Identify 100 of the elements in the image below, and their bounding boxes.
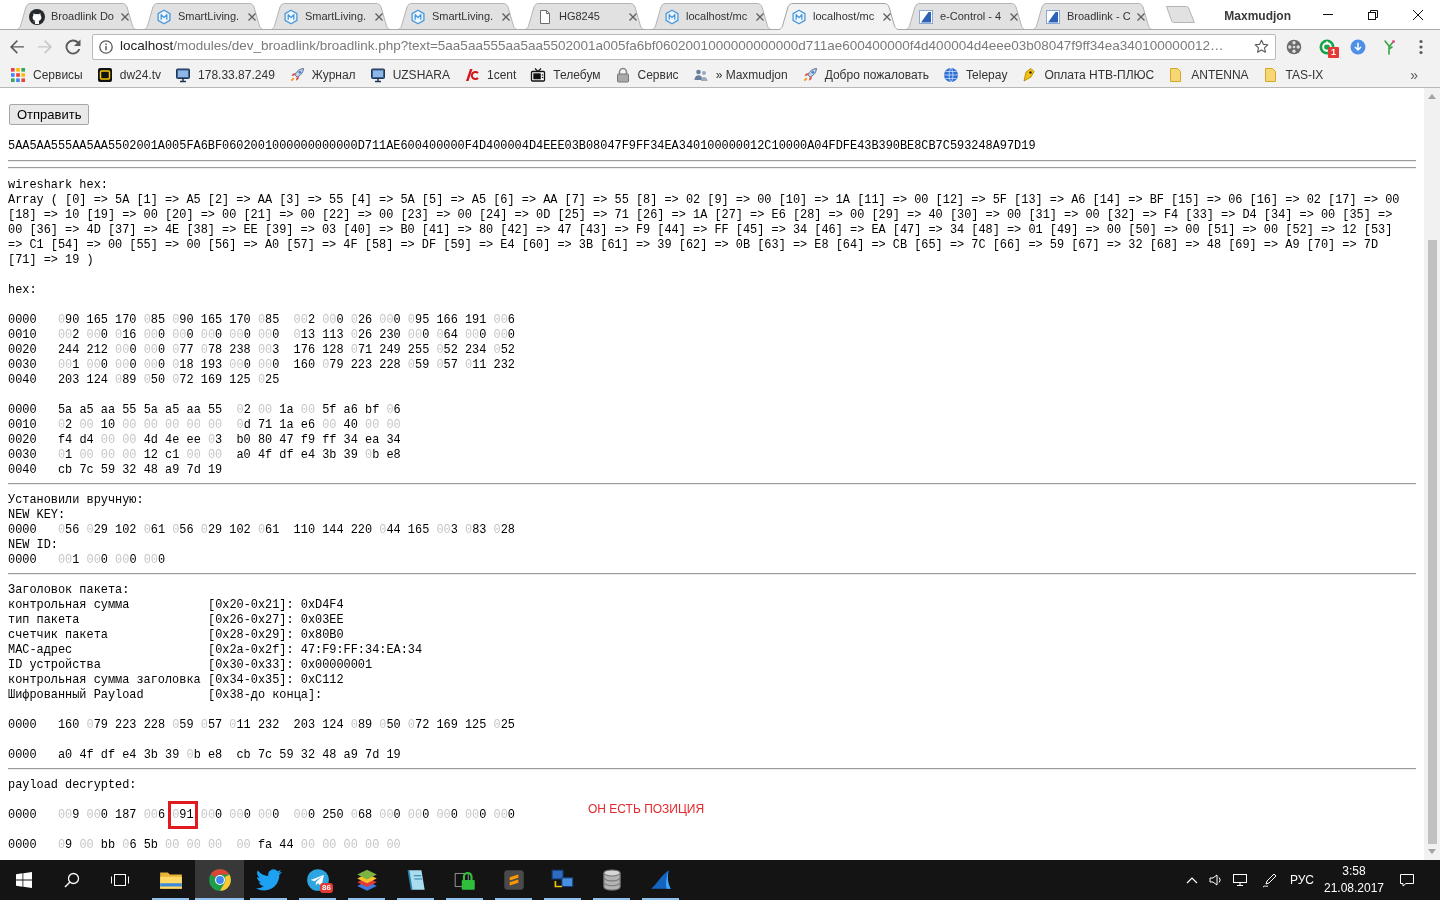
notification-icon[interactable] (1399, 872, 1415, 888)
byte-value: 249 (379, 342, 401, 357)
byte-value: df (100, 747, 116, 762)
network-icon[interactable] (1232, 872, 1248, 888)
bookmark[interactable]: Оплата НТВ-ПЛЮС (1014, 64, 1162, 86)
bookmarks-overflow[interactable]: » (1410, 64, 1418, 86)
bookmark[interactable]: Сервис (607, 64, 686, 86)
star-icon[interactable] (1254, 39, 1269, 54)
byte-value: 006 (493, 312, 515, 327)
taskbar-button[interactable] (195, 860, 244, 900)
byte-value: 068 (350, 807, 373, 822)
byte-value: 232 (257, 717, 280, 732)
taskbar-button[interactable]: 86 (293, 860, 342, 900)
byte-value: e4 (300, 447, 316, 462)
row-offset: 0010 (8, 417, 37, 432)
info-icon[interactable] (99, 39, 113, 54)
language-indicator[interactable]: РУС (1290, 871, 1314, 889)
bookmark[interactable]: Телебум (523, 64, 608, 86)
browser-tab[interactable]: HG8245 (521, 3, 648, 30)
byte-value: 000 (229, 357, 251, 372)
byte-value: 32 (300, 747, 316, 762)
bookmark[interactable]: » Maxmudjon (685, 64, 795, 86)
byte-value: 079 (86, 717, 108, 732)
bookmark[interactable]: ANTENNA (1161, 64, 1256, 86)
byte-value: 00 (165, 417, 180, 432)
bookmark[interactable]: Telepay (936, 64, 1015, 86)
search-icon[interactable] (64, 872, 80, 888)
byte-value: 083 (465, 522, 487, 537)
browser-tab[interactable]: Broadlink Do (13, 3, 140, 30)
submit-button[interactable]: Отправить (9, 104, 90, 125)
restore-icon[interactable] (1367, 9, 1378, 20)
download-icon[interactable] (1350, 38, 1366, 55)
browser-tab[interactable]: localhost/mc (775, 3, 902, 30)
byte-value: 10 (100, 417, 116, 432)
row-offset: 0020 (8, 342, 37, 357)
caret-up-icon[interactable] (1186, 876, 1198, 884)
byte-value: 00 (343, 837, 358, 852)
arrow-left-icon[interactable] (9, 38, 25, 55)
byte-value: 003 (257, 342, 280, 357)
byte-value: 071 (350, 342, 373, 357)
browser-tab[interactable]: SmartLiving. (267, 3, 394, 30)
byte-value: b0 (236, 432, 251, 447)
byte-value: 000 (465, 327, 487, 342)
notification-count: 1 (1328, 46, 1339, 58)
byte-value: 000 (257, 807, 280, 822)
section-label: NEW ID: (8, 537, 58, 552)
bookmark[interactable]: Сервисы (3, 64, 90, 86)
byte-value: 078 (200, 342, 223, 357)
section-label: payload decrypted: (8, 777, 137, 792)
byte-value: 00 (300, 402, 316, 417)
byte-value: 00 (186, 837, 201, 852)
scrollbar-thumb[interactable] (1427, 240, 1437, 844)
byte-value: 39 (165, 747, 180, 762)
byte-value: 000 (143, 327, 166, 342)
clock-button[interactable]: 3:58 21.08.2017 (1319, 860, 1389, 900)
profile-name[interactable]: Maxmudjon (1224, 7, 1291, 25)
address-field[interactable]: localhost/modules/dev_broadlink/broadlink.php?text=5aa5aa555aa5aa5502001a005fa6bf0602001000000000000d711ae600400000f4d400004d4eee03b08047f9ff34ea340100000012… (92, 33, 1276, 60)
byte-value: 000 (86, 327, 108, 342)
bookmark[interactable]: Журнал (281, 64, 363, 86)
speaker-icon[interactable] (1208, 872, 1224, 888)
browser-tab[interactable]: SmartLiving. (394, 3, 521, 30)
byte-value: 00 (165, 837, 180, 852)
bookmark[interactable]: UZSHARA (362, 64, 457, 86)
browser-tab[interactable]: localhost/mc (648, 3, 775, 30)
byte-value: 00 (186, 417, 201, 432)
byte-value: 39 (343, 447, 358, 462)
bookmark[interactable]: TAS-IX (1255, 64, 1331, 86)
task-view-icon[interactable] (111, 872, 129, 888)
bookmark[interactable]: 1cent (456, 64, 524, 86)
byte-value: 025 (257, 372, 280, 387)
byte-value: 089 (350, 717, 373, 732)
byte-value: bb (100, 837, 116, 852)
browser-tab[interactable]: SmartLiving. (140, 3, 267, 30)
window-panes-icon[interactable] (16, 872, 32, 888)
minimize-icon[interactable] (1322, 14, 1333, 15)
browser-tab[interactable]: e-Control - 4 (902, 3, 1029, 30)
bookmark[interactable]: Добро пожаловать (794, 64, 937, 86)
byte-value: 000 (115, 357, 137, 372)
film-reel-icon[interactable] (1286, 38, 1302, 55)
bookmark[interactable]: dw24.tv (89, 64, 169, 86)
browser-tab[interactable]: Broadlink - C (1029, 3, 1156, 30)
menu-icon[interactable] (1419, 38, 1423, 55)
byte-range: [0x30-0x33]: (208, 657, 294, 672)
byte-value: 3b (322, 447, 337, 462)
byte-value: 059 (407, 357, 430, 372)
byte-value: 089 (115, 372, 137, 387)
bookmark[interactable]: 178.33.87.249 (168, 64, 282, 86)
byte-value: a0 (236, 447, 251, 462)
byte-value: 001 (57, 552, 80, 567)
byte-value: 095 (407, 312, 430, 327)
twig-icon[interactable] (1381, 38, 1397, 55)
byte-range: [0x28-0x29]: (208, 627, 294, 642)
pen-icon[interactable] (1262, 872, 1278, 888)
byte-value: 085 (143, 312, 166, 327)
byte-value: f4 (57, 432, 73, 447)
byte-value: 1a (279, 417, 294, 432)
byte-value: 4e (165, 432, 180, 447)
globe-icon (943, 67, 960, 83)
close-icon[interactable] (1412, 9, 1423, 20)
reload-icon[interactable] (65, 38, 81, 55)
